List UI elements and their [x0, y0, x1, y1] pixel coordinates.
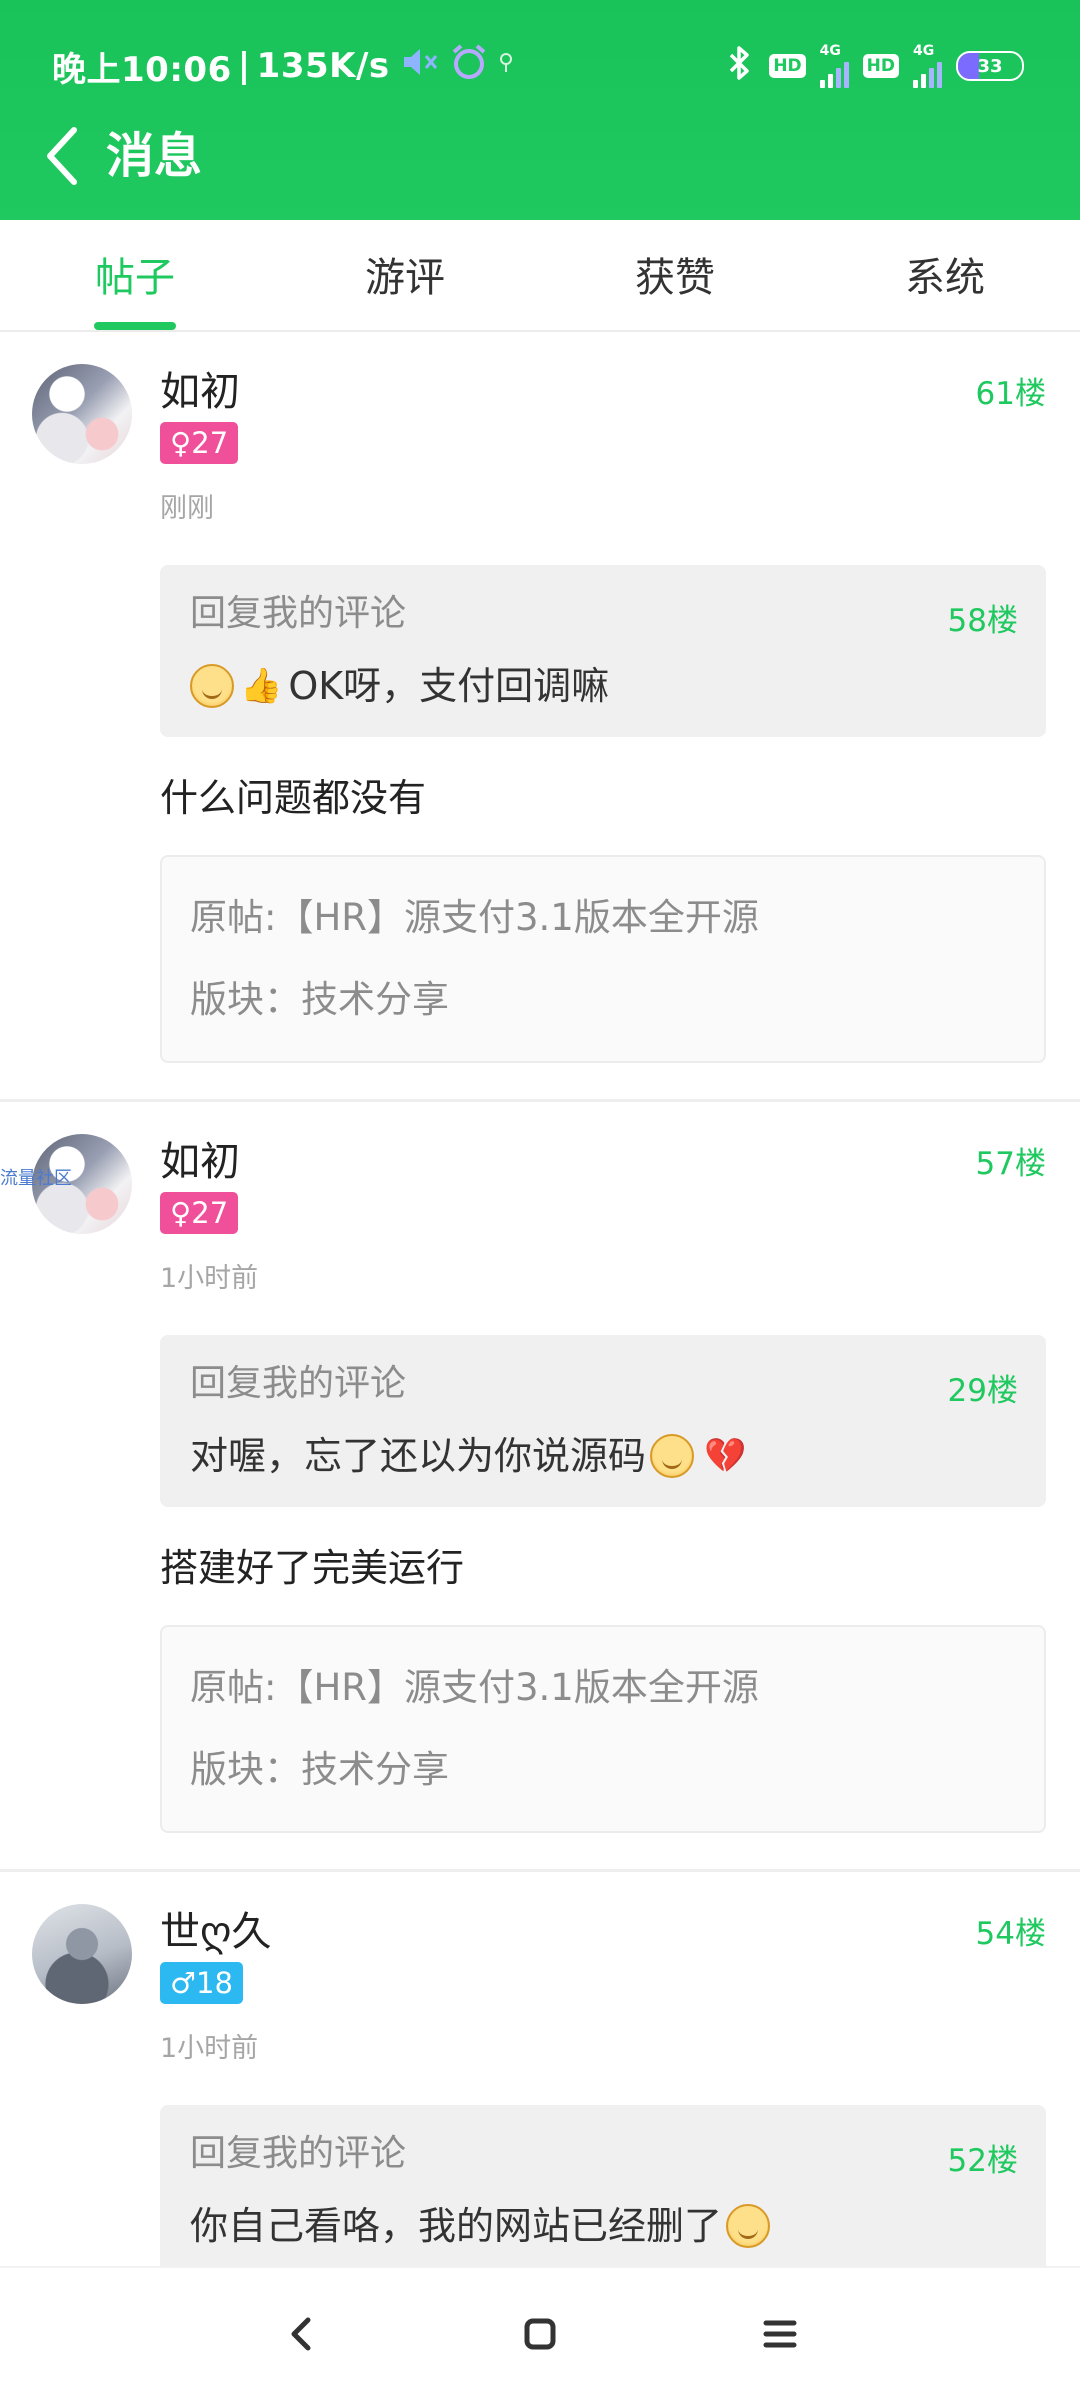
smile-emoji-icon — [650, 1434, 695, 1478]
battery-icon: 33 — [956, 51, 1024, 81]
status-speed: 135K/s — [256, 46, 390, 86]
reply-content: 👍 OK呀，支付回调嘛 — [190, 659, 1016, 713]
quoted-reply[interactable]: 回复我的评论 58楼 👍 OK呀，支付回调嘛 — [160, 565, 1046, 737]
battery-fill — [958, 53, 980, 79]
reply-text: OK呀，支付回调嘛 — [288, 664, 610, 708]
smile-emoji-icon — [190, 664, 234, 708]
reply-label: 回复我的评论 — [190, 2133, 407, 2174]
gender-age-badge: ♀27 — [160, 422, 239, 464]
nav-back-icon — [291, 2317, 311, 2351]
watermark-text: 流量社区 — [0, 1168, 72, 1189]
status-time: 晚上10:06 — [52, 49, 232, 90]
nav-home-icon — [524, 2318, 556, 2350]
title-bar: 消息 — [0, 112, 1080, 200]
tab-likes[interactable]: 获赞 — [540, 220, 810, 330]
reply-label: 回复我的评论 — [190, 1363, 407, 1404]
comment-text: 搭建好了完美运行 — [160, 1546, 465, 1590]
reply-floor-number: 52楼 — [947, 2143, 1018, 2179]
tab-label: 帖子 — [95, 255, 175, 301]
tab-game-reviews[interactable]: 游评 — [270, 220, 540, 330]
message-list[interactable]: 如初 61楼 ♀27 刚刚 回复我的评论 58楼 👍 OK呀，支付回调嘛 什么问… — [0, 332, 1080, 2268]
comment-text: 什么问题都没有 — [160, 776, 427, 820]
nav-home-button[interactable] — [420, 2284, 660, 2384]
system-nav-bar — [0, 2266, 1080, 2400]
tab-label: 获赞 — [635, 255, 715, 301]
gender-age-badge: ♀27 — [160, 1192, 239, 1234]
message-header: 如初 61楼 — [160, 362, 1046, 422]
signal-1: 4G — [819, 43, 849, 88]
network-type-2: 4G — [913, 43, 935, 59]
signal-bars-icon — [913, 58, 942, 88]
hd-badge-2: HD — [862, 54, 899, 78]
status-bar-right: HD 4G HD 4G 33 — [725, 44, 1024, 88]
status-bar-left: 晚上10:06 | 135K/s — [52, 43, 514, 90]
quoted-reply[interactable]: 回复我的评论 29楼 对喔，忘了还以为你说源码 💔 — [160, 1335, 1046, 1507]
username[interactable]: 世ღ久 — [160, 1909, 271, 1955]
signal-2: 4G — [913, 44, 942, 88]
original-post-card[interactable]: 原帖:【HR】源支付3.1版本全开源 版块：技术分享 — [160, 855, 1046, 1063]
bluetooth-icon — [725, 45, 755, 88]
timestamp: 刚刚 — [160, 493, 214, 524]
nav-back-button[interactable] — [180, 2284, 420, 2384]
floor-number: 54楼 — [975, 1916, 1046, 1952]
reply-floor-number: 58楼 — [947, 603, 1018, 639]
username[interactable]: 如初 — [160, 369, 240, 415]
back-button[interactable] — [30, 124, 94, 188]
location-icon — [498, 52, 514, 80]
battery-level: 33 — [977, 55, 1003, 77]
username[interactable]: 如初 — [160, 1139, 240, 1185]
message-item[interactable]: 流量社区 如初 57楼 ♀27 1小时前 回复我的评论 29楼 对喔，忘了还以为… — [0, 1102, 1080, 1872]
avatar[interactable] — [32, 1904, 132, 2004]
floor-number: 61楼 — [975, 376, 1046, 412]
tab-label: 系统 — [905, 255, 985, 301]
timestamp: 1小时前 — [160, 1263, 259, 1294]
network-type-1: 4G — [819, 43, 841, 59]
thumbs-up-emoji-icon: 👍 — [240, 666, 283, 706]
nav-menu-icon — [763, 2320, 797, 2348]
timestamp: 1小时前 — [160, 2033, 259, 2064]
reply-text: 你自己看咯，我的网站已经删了 — [190, 2204, 723, 2248]
mute-icon — [400, 45, 440, 88]
reply-content: 你自己看咯，我的网站已经删了 — [190, 2199, 1016, 2253]
section-name: 版块：技术分享 — [190, 1748, 449, 1791]
message-item[interactable]: 世ღ久 54楼 ♂18 1小时前 回复我的评论 52楼 你自己看咯，我的网站已经… — [0, 1872, 1080, 2268]
tab-bar: 帖子 游评 获赞 系统 — [0, 220, 1080, 332]
tab-system[interactable]: 系统 — [810, 220, 1080, 330]
status-separator: | — [237, 46, 251, 86]
gender-age-badge: ♂18 — [160, 1962, 243, 2004]
tab-indicator — [94, 322, 176, 330]
page-title: 消息 — [106, 128, 203, 184]
back-arrow-icon — [47, 127, 77, 185]
tab-posts[interactable]: 帖子 — [0, 220, 270, 330]
hd-badge-1: HD — [769, 54, 806, 78]
alarm-icon — [450, 43, 488, 90]
nav-menu-button[interactable] — [660, 2284, 900, 2384]
reply-content: 对喔，忘了还以为你说源码 💔 — [190, 1429, 1016, 1483]
section-name: 版块：技术分享 — [190, 978, 449, 1021]
original-post-card[interactable]: 原帖:【HR】源支付3.1版本全开源 版块：技术分享 — [160, 1625, 1046, 1833]
original-post-title: 原帖:【HR】源支付3.1版本全开源 — [190, 896, 759, 939]
smile-emoji-icon — [726, 2204, 771, 2248]
top-bar: 晚上10:06 | 135K/s HD 4G HD 4G 33 消息 — [0, 0, 1080, 220]
reply-label: 回复我的评论 — [190, 593, 407, 634]
message-header: 如初 57楼 — [160, 1132, 1046, 1192]
tab-label: 游评 — [365, 255, 445, 301]
signal-bars-icon — [819, 58, 849, 88]
message-header: 世ღ久 54楼 — [160, 1902, 1046, 1962]
quoted-reply[interactable]: 回复我的评论 52楼 你自己看咯，我的网站已经删了 — [160, 2105, 1046, 2268]
original-post-title: 原帖:【HR】源支付3.1版本全开源 — [190, 1666, 759, 1709]
message-item[interactable]: 如初 61楼 ♀27 刚刚 回复我的评论 58楼 👍 OK呀，支付回调嘛 什么问… — [0, 332, 1080, 1102]
avatar[interactable] — [32, 364, 132, 464]
reply-floor-number: 29楼 — [947, 1373, 1018, 1409]
floor-number: 57楼 — [975, 1146, 1046, 1182]
broken-heart-emoji-icon: 💔 — [704, 1436, 747, 1476]
reply-text: 对喔，忘了还以为你说源码 — [190, 1434, 647, 1478]
